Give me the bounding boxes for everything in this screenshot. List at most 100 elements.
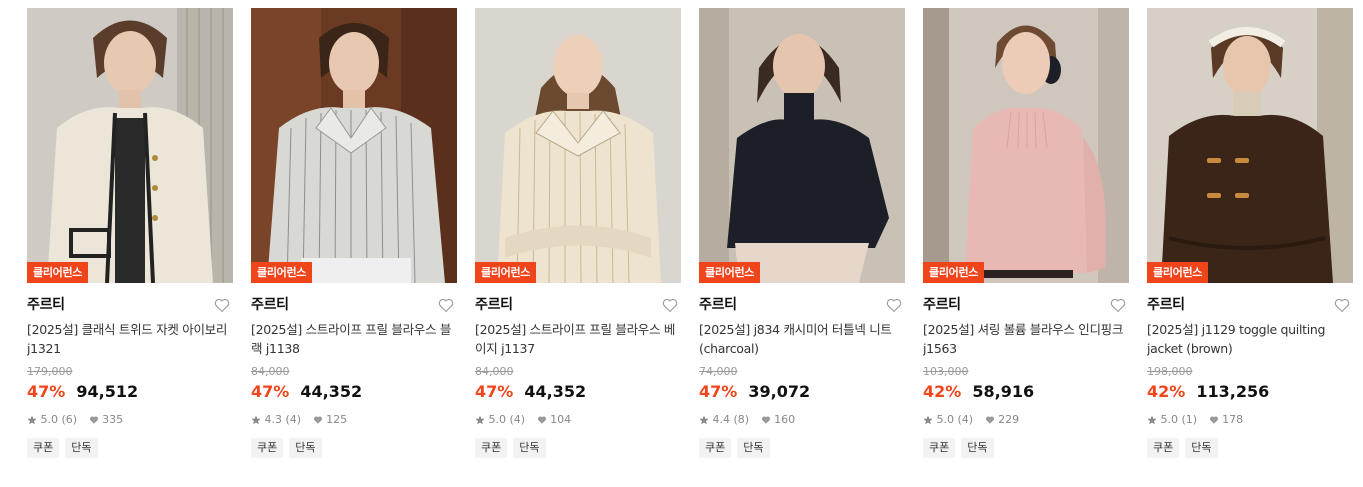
review-meta: 4.3 (4) 125: [251, 412, 457, 428]
tag-exclusive: 단독: [961, 438, 994, 458]
product-card[interactable]: 클리어런스 주르티 [2025설] j1129 toggle quilting …: [1147, 8, 1353, 458]
tag-coupon: 쿠폰: [251, 438, 284, 458]
product-photo-tweed-jacket: [27, 8, 233, 283]
brand-name[interactable]: 주르티: [1147, 297, 1185, 313]
brand-row: 주르티: [251, 293, 457, 317]
product-image[interactable]: 클리어런스: [923, 8, 1129, 283]
original-price: 179,000: [27, 365, 73, 378]
clearance-badge: 클리어런스: [1147, 262, 1209, 283]
like-icon: [313, 416, 322, 424]
heart-outline-icon[interactable]: [1333, 296, 1351, 314]
product-image[interactable]: 클리어런스: [475, 8, 681, 283]
brand-name[interactable]: 주르티: [251, 297, 289, 313]
product-card[interactable]: 클리어런스 주르티 [2025설] j834 캐시미어 터틀넥 니트 (char…: [699, 8, 905, 458]
product-title[interactable]: [2025설] j1129 toggle quilting jacket (br…: [1147, 320, 1353, 358]
clearance-badge: 클리어런스: [27, 262, 89, 283]
brand-name[interactable]: 주르티: [923, 297, 961, 313]
star-icon: [1147, 415, 1157, 425]
rating-text: 4.4 (8): [712, 413, 750, 426]
product-title[interactable]: [2025설] 스트라이프 프릴 블라우스 블랙 j1138: [251, 320, 457, 358]
like-count: 178: [1222, 413, 1244, 426]
price-row: 47% 44,352: [251, 381, 457, 403]
tag-list: 쿠폰 단독: [1147, 436, 1353, 458]
original-price: 103,000: [923, 365, 969, 378]
like-icon: [761, 416, 770, 424]
original-price: 84,000: [475, 365, 514, 378]
tag-list: 쿠폰 단독: [251, 436, 457, 458]
product-image[interactable]: 클리어런스: [251, 8, 457, 283]
tag-list: 쿠폰 단독: [27, 436, 233, 458]
like-icon: [1209, 416, 1218, 424]
sale-price: 44,352: [300, 382, 363, 401]
star-icon: [251, 415, 261, 425]
star-icon: [27, 415, 37, 425]
brand-name[interactable]: 주르티: [27, 297, 65, 313]
tag-list: 쿠폰 단독: [923, 436, 1129, 458]
product-card[interactable]: 클리어런스 주르티 [2025설] 스트라이프 프릴 블라우스 베이지 j113…: [475, 8, 681, 458]
product-card[interactable]: 클리어런스 주르티 [2025설] 스트라이프 프릴 블라우스 블랙 j1138…: [251, 8, 457, 458]
clearance-badge: 클리어런스: [923, 262, 985, 283]
discount-rate: 47%: [475, 382, 514, 401]
like-count: 335: [102, 413, 124, 426]
product-photo-striped-blouse-beige: [475, 8, 681, 283]
product-photo-toggle-jacket-brown: [1147, 8, 1353, 283]
product-photo-striped-blouse-black: [251, 8, 457, 283]
sale-price: 113,256: [1196, 382, 1270, 401]
product-title[interactable]: [2025설] 클래식 트위드 자켓 아이보리 j1321: [27, 320, 233, 358]
rating-text: 5.0 (1): [1160, 413, 1198, 426]
product-title[interactable]: [2025설] 스트라이프 프릴 블라우스 베이지 j1137: [475, 320, 681, 358]
brand-row: 주르티: [1147, 293, 1353, 317]
discount-rate: 47%: [699, 382, 738, 401]
like-count: 104: [550, 413, 572, 426]
product-title[interactable]: [2025설] 셔링 볼륨 블라우스 인디핑크 j1563: [923, 320, 1129, 358]
heart-outline-icon[interactable]: [1109, 296, 1127, 314]
like-count: 229: [998, 413, 1020, 426]
product-image[interactable]: 클리어런스: [27, 8, 233, 283]
discount-rate: 42%: [923, 382, 962, 401]
product-photo-turtleneck-knit: [699, 8, 905, 283]
clearance-badge: 클리어런스: [251, 262, 313, 283]
tag-coupon: 쿠폰: [475, 438, 508, 458]
product-title[interactable]: [2025설] j834 캐시미어 터틀넥 니트 (charcoal): [699, 320, 905, 358]
original-price: 198,000: [1147, 365, 1193, 378]
brand-row: 주르티: [699, 293, 905, 317]
sale-price: 58,916: [972, 382, 1035, 401]
rating-text: 5.0 (4): [488, 413, 526, 426]
original-price: 84,000: [251, 365, 290, 378]
discount-rate: 47%: [251, 382, 290, 401]
star-icon: [475, 415, 485, 425]
price-row: 47% 94,512: [27, 381, 233, 403]
discount-rate: 42%: [1147, 382, 1186, 401]
clearance-badge: 클리어런스: [699, 262, 761, 283]
price-row: 42% 113,256: [1147, 381, 1353, 403]
star-icon: [923, 415, 933, 425]
tag-list: 쿠폰 단독: [475, 436, 681, 458]
product-card[interactable]: 클리어런스 주르티 [2025설] 클래식 트위드 자켓 아이보리 j1321 …: [27, 8, 233, 458]
price-row: 47% 44,352: [475, 381, 681, 403]
product-card[interactable]: 클리어런스 주르티 [2025설] 셔링 볼륨 블라우스 인디핑크 j1563 …: [923, 8, 1129, 458]
review-meta: 5.0 (6) 335: [27, 412, 233, 428]
rating-text: 4.3 (4): [264, 413, 302, 426]
star-icon: [699, 415, 709, 425]
heart-outline-icon[interactable]: [213, 296, 231, 314]
product-image[interactable]: 클리어런스: [1147, 8, 1353, 283]
tag-exclusive: 단독: [1185, 438, 1218, 458]
heart-outline-icon[interactable]: [661, 296, 679, 314]
review-meta: 5.0 (1) 178: [1147, 412, 1353, 428]
original-price: 74,000: [699, 365, 738, 378]
product-image[interactable]: 클리어런스: [699, 8, 905, 283]
price-row: 42% 58,916: [923, 381, 1129, 403]
brand-row: 주르티: [475, 293, 681, 317]
tag-exclusive: 단독: [65, 438, 98, 458]
tag-list: 쿠폰 단독: [699, 436, 905, 458]
brand-row: 주르티: [923, 293, 1129, 317]
brand-name[interactable]: 주르티: [475, 297, 513, 313]
tag-exclusive: 단독: [513, 438, 546, 458]
brand-name[interactable]: 주르티: [699, 297, 737, 313]
heart-outline-icon[interactable]: [437, 296, 455, 314]
tag-coupon: 쿠폰: [923, 438, 956, 458]
clearance-badge: 클리어런스: [475, 262, 537, 283]
heart-outline-icon[interactable]: [885, 296, 903, 314]
sale-price: 94,512: [76, 382, 139, 401]
like-icon: [985, 416, 994, 424]
